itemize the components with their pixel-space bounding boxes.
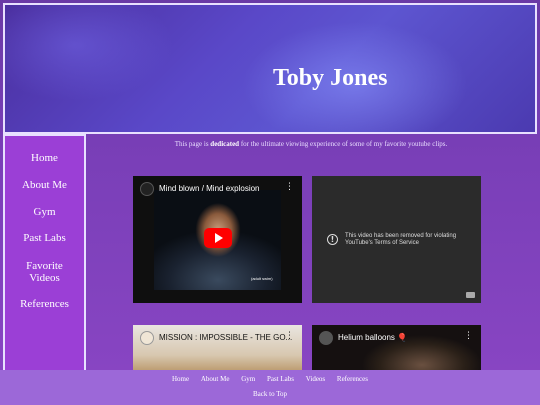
play-button-icon[interactable]	[204, 228, 232, 248]
channel-badge: (adult swim)	[251, 276, 273, 281]
video-embed-mind-blown[interactable]: Mind blown / Mind explosion ⋮ (adult swi…	[133, 176, 302, 303]
footer-link-videos[interactable]: Videos	[306, 375, 325, 383]
video-embed-removed[interactable]: ! This video has been removed for violat…	[312, 176, 481, 303]
footer-link-home[interactable]: Home	[172, 375, 189, 383]
more-options-icon[interactable]: ⋮	[464, 331, 473, 341]
sidebar-item-gym[interactable]: Gym	[5, 206, 84, 218]
footer-link-past-labs[interactable]: Past Labs	[267, 375, 294, 383]
footer-link-references[interactable]: References	[337, 375, 368, 383]
intro-text: This page is dedicated for the ultimate …	[90, 140, 532, 148]
removed-message: This video has been removed for violatin…	[345, 233, 457, 246]
sidebar-item-favorite-videos[interactable]: Favorite Videos	[5, 260, 84, 284]
sidebar-item-about-me[interactable]: About Me	[5, 179, 84, 191]
footer-nav: Home About Me Gym Past Labs Videos Refer…	[0, 375, 540, 383]
more-options-icon[interactable]: ⋮	[285, 182, 294, 192]
back-to-top-link[interactable]: Back to Top	[0, 390, 540, 398]
info-icon: !	[327, 234, 338, 245]
more-options-icon[interactable]: ⋮	[285, 331, 294, 341]
video-title[interactable]: Mind blown / Mind explosion	[159, 184, 260, 193]
intro-bold: dedicated	[210, 140, 240, 148]
site-footer: Home About Me Gym Past Labs Videos Refer…	[0, 370, 540, 405]
intro-before: This page is	[174, 140, 211, 148]
sidebar-item-home[interactable]: Home	[5, 152, 84, 164]
footer-link-about-me[interactable]: About Me	[201, 375, 230, 383]
youtube-logo-icon[interactable]	[466, 292, 475, 298]
sidebar-nav: Home About Me Gym Past Labs Favorite Vid…	[3, 134, 86, 374]
channel-avatar[interactable]	[140, 182, 154, 196]
video-title[interactable]: Helium balloons 🎈	[338, 333, 407, 342]
channel-avatar[interactable]	[140, 331, 154, 345]
sidebar-item-references[interactable]: References	[5, 298, 84, 310]
sidebar-item-past-labs[interactable]: Past Labs	[5, 232, 84, 244]
video-title[interactable]: MISSION : IMPOSSIBLE - THE GO...	[159, 333, 292, 342]
site-header: Toby Jones	[3, 3, 537, 134]
footer-link-gym[interactable]: Gym	[241, 375, 255, 383]
video-embed-helium-balloons[interactable]: Helium balloons 🎈 ⋮	[312, 325, 481, 375]
site-title: Toby Jones	[273, 65, 388, 91]
video-embed-mission-impossible[interactable]: MISSION : IMPOSSIBLE - THE GO... ⋮	[133, 325, 302, 375]
intro-after: for the ultimate viewing experience of s…	[239, 140, 448, 148]
channel-avatar[interactable]	[319, 331, 333, 345]
